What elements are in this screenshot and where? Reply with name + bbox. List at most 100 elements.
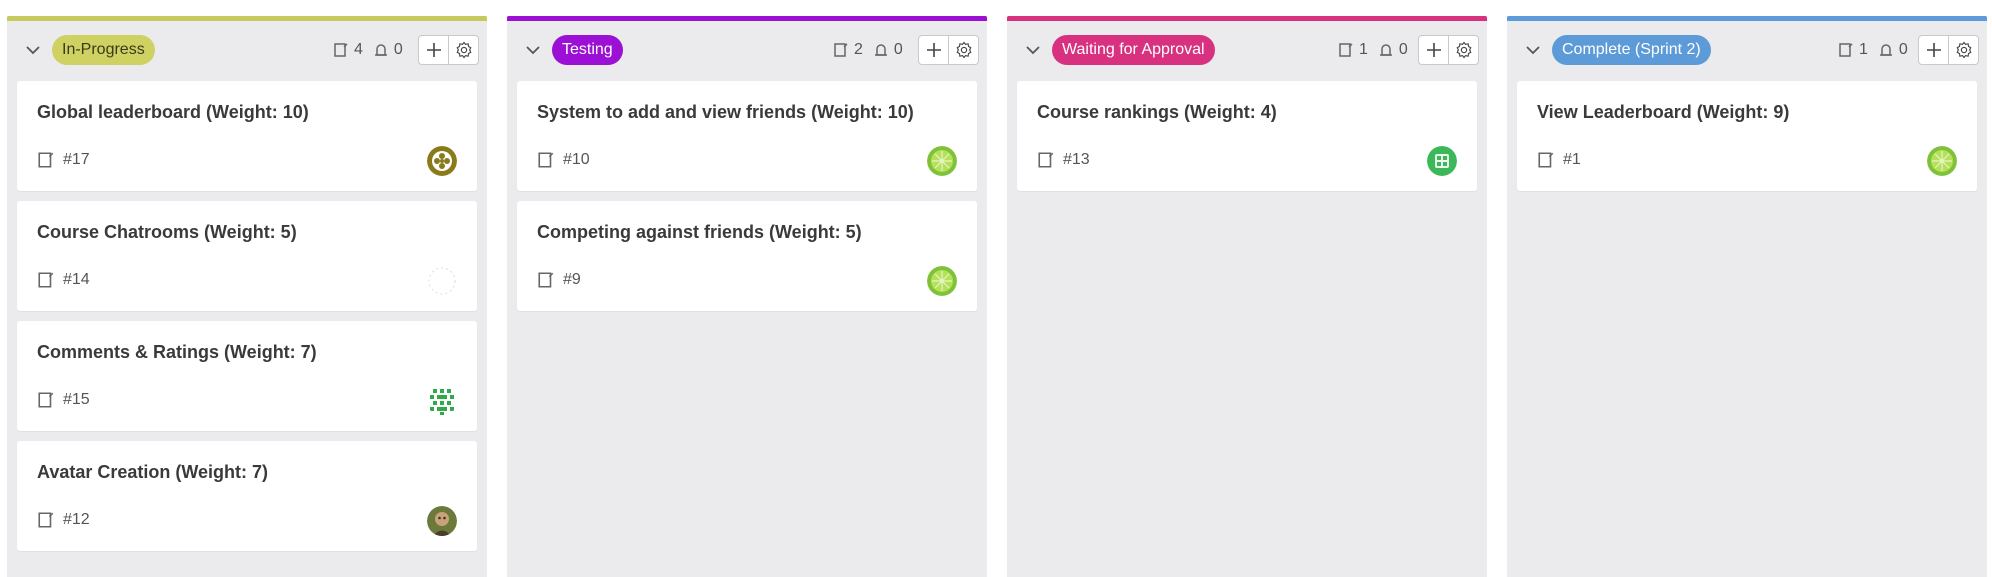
lime-avatar-icon: [1927, 146, 1957, 176]
assignee-avatar[interactable]: [1927, 146, 1957, 176]
chevron-down-icon[interactable]: [1024, 41, 1042, 59]
add-card-button[interactable]: [419, 36, 448, 64]
column-color-bar: [7, 16, 487, 21]
card[interactable]: Competing against friends (Weight: 5) #9: [517, 201, 977, 311]
card-title[interactable]: Global leaderboard (Weight: 10): [37, 102, 309, 123]
column-header: In-Progress 4 0: [7, 33, 487, 67]
assignee-avatar[interactable]: [427, 266, 457, 296]
add-card-button[interactable]: [919, 36, 948, 64]
card[interactable]: Comments & Ratings (Weight: 7) #15: [17, 321, 477, 431]
card[interactable]: Global leaderboard (Weight: 10) #17: [17, 81, 477, 191]
card-meta: #9: [537, 271, 581, 289]
card-number[interactable]: #17: [63, 151, 90, 169]
pr-count: 0: [1378, 41, 1408, 59]
card-title[interactable]: System to add and view friends (Weight: …: [537, 102, 914, 123]
card-title[interactable]: Comments & Ratings (Weight: 7): [37, 342, 317, 363]
issue-count: 1: [1338, 41, 1368, 59]
card-number[interactable]: #1: [1563, 151, 1581, 169]
card[interactable]: Course Chatrooms (Weight: 5) #14: [17, 201, 477, 311]
pull-request-icon: [374, 44, 387, 56]
column-counts: 4 0: [333, 40, 403, 60]
assignee-avatar[interactable]: [427, 146, 457, 176]
issue-icon: [334, 43, 348, 57]
project-board: In-Progress 4 0 Global leaderboard (Weig…: [0, 0, 1992, 577]
assignee-avatar[interactable]: [427, 386, 457, 416]
column-actions: [918, 35, 979, 65]
assignee-avatar[interactable]: [427, 506, 457, 536]
chevron-down-icon[interactable]: [24, 41, 42, 59]
card-title[interactable]: Course rankings (Weight: 4): [1037, 102, 1277, 123]
card-meta: #10: [537, 151, 590, 169]
assignee-avatar[interactable]: [927, 146, 957, 176]
column-settings-button[interactable]: [1948, 36, 1978, 64]
assignee-avatar[interactable]: [927, 266, 957, 296]
column-settings-button[interactable]: [1448, 36, 1478, 64]
card-meta: #15: [37, 391, 90, 409]
plus-icon: [1926, 43, 1941, 57]
column-counts: 2 0: [833, 40, 903, 60]
card-meta: #12: [37, 511, 90, 529]
chevron-down-icon[interactable]: [524, 41, 542, 59]
card-number[interactable]: #14: [63, 271, 90, 289]
empty-avatar-icon: [428, 267, 456, 295]
pr-count: 0: [873, 41, 903, 59]
pr-count: 0: [1878, 41, 1908, 59]
column-color-bar: [1507, 16, 1987, 21]
gear-icon: [1956, 41, 1971, 59]
card-number[interactable]: #10: [563, 151, 590, 169]
issue-count: 4: [333, 41, 363, 59]
card-title[interactable]: Course Chatrooms (Weight: 5): [37, 222, 297, 243]
photo-avatar-icon: [427, 506, 457, 536]
column-header: Complete (Sprint 2) 1 0: [1507, 33, 1987, 67]
pull-request-icon: [1879, 44, 1892, 56]
column-actions: [1918, 35, 1979, 65]
column-actions: [1418, 35, 1479, 65]
column-testing: Testing 2 0 System to add and view frien…: [507, 16, 987, 577]
column-color-bar: [507, 16, 987, 21]
card[interactable]: System to add and view friends (Weight: …: [517, 81, 977, 191]
issue-icon: [38, 152, 54, 168]
issue-icon: [38, 272, 54, 288]
card-number[interactable]: #13: [1063, 151, 1090, 169]
card-title[interactable]: View Leaderboard (Weight: 9): [1537, 102, 1789, 123]
issue-icon: [538, 152, 554, 168]
column-label[interactable]: In-Progress: [52, 35, 155, 65]
column-settings-button[interactable]: [948, 36, 978, 64]
identicon-green-avatar-icon: [427, 386, 457, 416]
chevron-down-icon[interactable]: [1524, 41, 1542, 59]
pr-count: 0: [373, 41, 403, 59]
lime-avatar-icon: [927, 266, 957, 296]
column-actions: [418, 35, 479, 65]
gear-icon: [956, 41, 971, 59]
issue-icon: [38, 512, 54, 528]
card-number[interactable]: #15: [63, 391, 90, 409]
assignee-avatar[interactable]: [1427, 146, 1457, 176]
column-label[interactable]: Complete (Sprint 2): [1552, 35, 1711, 65]
card-meta: #14: [37, 271, 90, 289]
issue-count: 2: [833, 41, 863, 59]
column-header: Testing 2 0: [507, 33, 987, 67]
card-title[interactable]: Avatar Creation (Weight: 7): [37, 462, 268, 483]
column-settings-button[interactable]: [448, 36, 478, 64]
column-label[interactable]: Waiting for Approval: [1052, 35, 1215, 65]
issue-count: 1: [1838, 41, 1868, 59]
card[interactable]: View Leaderboard (Weight: 9) #1: [1517, 81, 1977, 191]
green-grid-avatar-icon: [1427, 146, 1457, 176]
lime-avatar-icon: [927, 146, 957, 176]
card[interactable]: Avatar Creation (Weight: 7) #12: [17, 441, 477, 551]
column-counts: 1 0: [1338, 40, 1408, 60]
issue-icon: [38, 392, 54, 408]
plus-icon: [1426, 43, 1441, 57]
card-title[interactable]: Competing against friends (Weight: 5): [537, 222, 862, 243]
column-label[interactable]: Testing: [552, 35, 623, 65]
column-counts: 1 0: [1838, 40, 1908, 60]
issue-icon: [538, 272, 554, 288]
card-number[interactable]: #9: [563, 271, 581, 289]
card-meta: #17: [37, 151, 90, 169]
gear-icon: [1456, 41, 1471, 59]
add-card-button[interactable]: [1919, 36, 1948, 64]
card[interactable]: Course rankings (Weight: 4) #13: [1017, 81, 1477, 191]
add-card-button[interactable]: [1419, 36, 1448, 64]
column-in-progress: In-Progress 4 0 Global leaderboard (Weig…: [7, 16, 487, 577]
card-number[interactable]: #12: [63, 511, 90, 529]
